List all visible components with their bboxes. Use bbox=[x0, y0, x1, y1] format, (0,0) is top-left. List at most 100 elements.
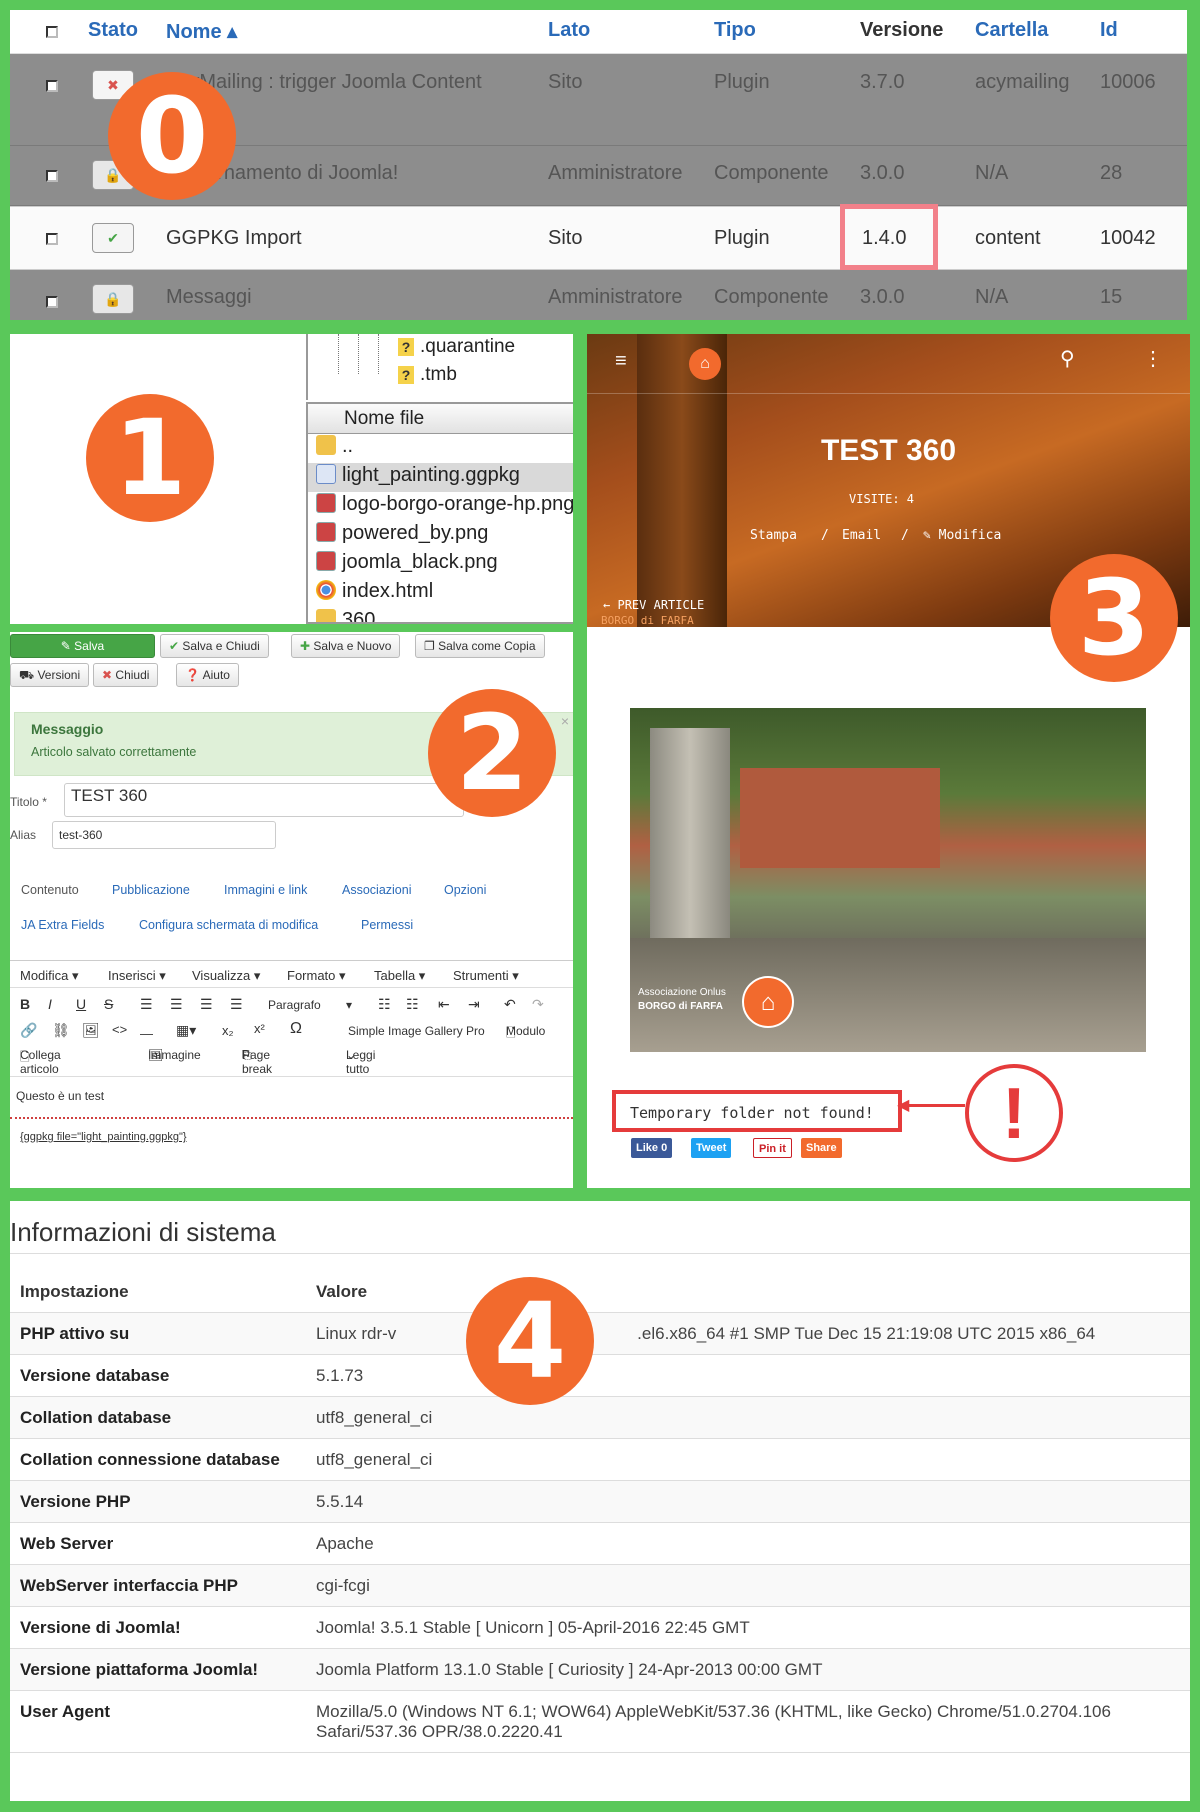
close-icon[interactable]: × bbox=[561, 713, 569, 729]
extension-side: Sito bbox=[548, 227, 583, 249]
bold-icon[interactable]: B bbox=[20, 996, 30, 1012]
col-folder[interactable]: Cartella bbox=[975, 19, 1048, 42]
setting-value: cgi-fcgi bbox=[306, 1564, 1190, 1607]
share-button[interactable]: Share bbox=[801, 1138, 842, 1158]
tab-publishing[interactable]: Pubblicazione bbox=[112, 883, 190, 897]
search-icon[interactable]: ⚲ bbox=[1060, 346, 1075, 371]
col-id[interactable]: Id bbox=[1100, 19, 1118, 42]
menu-tools[interactable]: Strumenti ▾ bbox=[453, 968, 519, 984]
prev-article-link[interactable]: ← PREV ARTICLE bbox=[603, 598, 704, 612]
menu-table[interactable]: Tabella ▾ bbox=[374, 968, 425, 984]
menu-edit[interactable]: Modifica ▾ bbox=[20, 968, 79, 984]
prev-article-sub: BORGO di FARFA bbox=[601, 614, 694, 627]
edit-link[interactable]: ✎ Modifica bbox=[923, 528, 1001, 543]
setting-value: Joomla! 3.5.1 Stable [ Unicorn ] 05-Apri… bbox=[306, 1606, 1190, 1649]
justify-icon[interactable]: ☰ bbox=[230, 996, 243, 1013]
superscript-icon[interactable]: x² bbox=[254, 1021, 265, 1036]
outdent-icon[interactable]: ⇤ bbox=[438, 996, 450, 1013]
file-row-selected[interactable]: light_painting.ggpkg bbox=[308, 463, 573, 492]
col-version[interactable]: Versione bbox=[860, 19, 943, 42]
gallery-button[interactable]: Simple Image Gallery Pro bbox=[348, 1024, 485, 1038]
file-row[interactable]: index.html bbox=[308, 579, 573, 608]
col-side[interactable]: Lato bbox=[548, 19, 590, 42]
file-row[interactable]: 360 bbox=[308, 608, 573, 622]
help-button[interactable]: ❓ Aiuto bbox=[176, 663, 239, 687]
print-link[interactable]: Stampa bbox=[750, 528, 797, 543]
omega-icon[interactable]: Ω bbox=[290, 1020, 302, 1038]
facebook-like-button[interactable]: Like 0 bbox=[631, 1138, 673, 1158]
hamburger-menu-icon[interactable]: ≡ bbox=[615, 350, 627, 373]
align-left-icon[interactable]: ☰ bbox=[140, 996, 153, 1013]
image-file-icon bbox=[316, 522, 336, 542]
col-type[interactable]: Tipo bbox=[714, 19, 756, 42]
more-vertical-icon[interactable]: ⋮ bbox=[1143, 346, 1163, 371]
redo-icon[interactable]: ↷ bbox=[532, 996, 544, 1013]
tab-associations[interactable]: Associazioni bbox=[342, 883, 411, 897]
row-checkbox[interactable] bbox=[46, 233, 58, 245]
setting-name: Versione di Joomla! bbox=[10, 1606, 306, 1649]
align-center-icon[interactable]: ☰ bbox=[170, 996, 183, 1013]
align-right-icon[interactable]: ☰ bbox=[200, 996, 213, 1013]
menu-view[interactable]: Visualizza ▾ bbox=[192, 968, 260, 984]
email-link[interactable]: Email bbox=[842, 528, 881, 543]
extension-id: 10042 bbox=[1100, 227, 1156, 249]
save-new-button[interactable]: ✚ Salva e Nuovo bbox=[291, 634, 401, 658]
col-name[interactable]: Nome ▴ bbox=[166, 19, 237, 44]
code-icon[interactable]: <> bbox=[112, 1022, 127, 1037]
file-row[interactable]: logo-borgo-orange-hp.png bbox=[308, 492, 573, 521]
select-all-checkbox[interactable] bbox=[46, 26, 58, 38]
italic-icon[interactable]: I bbox=[48, 996, 52, 1012]
versions-button[interactable]: ⛟ Versioni bbox=[10, 663, 90, 687]
paragraph-select[interactable]: Paragrafo bbox=[268, 998, 321, 1012]
save-copy-button[interactable]: ❐ Salva come Copia bbox=[415, 634, 545, 658]
tweet-button[interactable]: Tweet bbox=[691, 1138, 732, 1158]
link-icon[interactable]: 🔗 bbox=[20, 1022, 37, 1039]
numbered-list-icon[interactable]: ☷ bbox=[406, 996, 419, 1013]
subscript-icon[interactable]: x₂ bbox=[222, 1023, 234, 1038]
chevron-down-icon[interactable]: ▾ bbox=[346, 998, 352, 1012]
unlink-icon[interactable]: ⛓ bbox=[52, 1022, 70, 1039]
indent-icon[interactable]: ⇥ bbox=[468, 996, 480, 1013]
tab-options[interactable]: Opzioni bbox=[444, 883, 486, 897]
tab-images[interactable]: Immagini e link bbox=[224, 883, 307, 897]
hr-icon[interactable]: — bbox=[140, 1026, 153, 1041]
extension-name[interactable]: Messaggi bbox=[166, 286, 252, 309]
tab-configure-edit[interactable]: Configura schermata di modifica bbox=[139, 918, 318, 932]
image-icon[interactable]: 🖼 bbox=[82, 1022, 100, 1039]
site-logo-icon[interactable]: ⌂ bbox=[689, 348, 721, 380]
strikethrough-icon[interactable]: S bbox=[104, 996, 113, 1012]
row-checkbox[interactable] bbox=[46, 170, 58, 182]
close-button[interactable]: ✖ Chiudi bbox=[93, 663, 159, 687]
alias-input[interactable]: test-360 bbox=[52, 821, 276, 849]
file-row[interactable]: joomla_black.png bbox=[308, 550, 573, 579]
save-button[interactable]: ✎ Salva bbox=[10, 634, 155, 658]
col-status[interactable]: Stato bbox=[88, 19, 138, 42]
tab-permissions[interactable]: Permessi bbox=[361, 918, 413, 932]
save-close-button[interactable]: ✔ Salva e Chiudi bbox=[160, 634, 269, 658]
bullet-list-icon[interactable]: ☷ bbox=[378, 996, 391, 1013]
tree-item[interactable]: ? .tmb bbox=[398, 364, 457, 386]
editor-content[interactable]: Questo è un test {ggpkg file="light_pain… bbox=[10, 1076, 573, 1188]
column-header-filename[interactable]: Nome file bbox=[308, 404, 573, 434]
tree-item[interactable]: ? .quarantine bbox=[398, 336, 515, 358]
file-row[interactable]: powered_by.png bbox=[308, 521, 573, 550]
title-input[interactable]: TEST 360 bbox=[64, 783, 464, 817]
tab-extra-fields[interactable]: JA Extra Fields bbox=[21, 918, 104, 932]
step-badge-0: 0 bbox=[108, 72, 236, 200]
tab-content[interactable]: Contenuto bbox=[21, 883, 79, 897]
undo-icon[interactable]: ↶ bbox=[504, 996, 516, 1013]
file-icon bbox=[316, 464, 336, 484]
menu-insert[interactable]: Inserisci ▾ bbox=[108, 968, 166, 984]
table-icon[interactable]: ▦▾ bbox=[176, 1022, 196, 1039]
file-row[interactable]: .. bbox=[308, 434, 573, 463]
row-checkbox[interactable] bbox=[46, 80, 58, 92]
close-icon: ✖ bbox=[102, 668, 113, 682]
underline-icon[interactable]: U bbox=[76, 996, 86, 1012]
pinterest-button[interactable]: Pin it bbox=[753, 1138, 792, 1158]
row-checkbox[interactable] bbox=[46, 296, 58, 308]
extension-name[interactable]: GGPKG Import bbox=[166, 227, 302, 250]
menu-format[interactable]: Formato ▾ bbox=[287, 968, 346, 984]
step-badge-2: 2 bbox=[428, 689, 556, 817]
column-header-setting: Impostazione bbox=[10, 1271, 306, 1313]
enabled-check-icon[interactable]: ✔ bbox=[92, 223, 134, 253]
